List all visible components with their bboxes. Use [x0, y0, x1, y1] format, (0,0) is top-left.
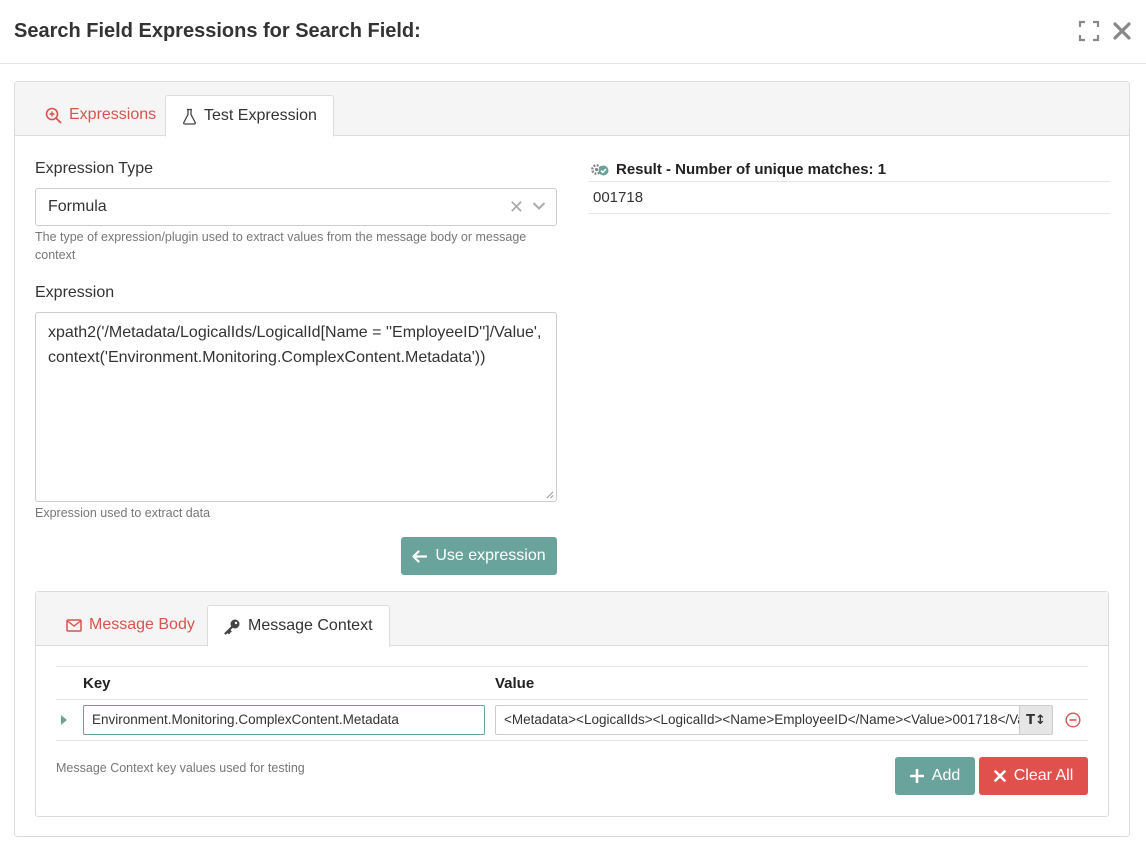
search-plus-icon	[45, 107, 62, 123]
plus-icon	[909, 769, 924, 783]
expression-type-value: Formula	[48, 198, 107, 215]
arrow-left-icon	[412, 549, 428, 563]
dialog-title: Search Field Expressions for Search Fiel…	[14, 20, 421, 42]
use-expression-button[interactable]: Use expression	[401, 537, 557, 575]
tab-message-body-label: Message Body	[89, 616, 195, 633]
tab-expressions-label: Expressions	[69, 106, 157, 123]
expression-type-select[interactable]: Formula ✕	[35, 188, 557, 226]
tab-message-context-label: Message Context	[248, 617, 373, 634]
expression-type-label: Expression Type	[35, 160, 153, 177]
context-value-text: <Metadata><LogicalIds><LogicalId><Name>E…	[504, 712, 1052, 727]
result-header: Result - Number of unique matches: 1	[588, 158, 1110, 182]
expand-icon[interactable]	[1078, 20, 1100, 42]
text-format-icon[interactable]: T↕	[1019, 706, 1052, 734]
key-icon	[224, 619, 240, 635]
add-button[interactable]: Add	[895, 757, 975, 795]
context-grid-help: Message Context key values used for test…	[56, 761, 305, 775]
expression-label: Expression	[35, 284, 115, 301]
outer-tab-bar: Expressions Test Expression	[15, 82, 1129, 137]
column-value: Value	[495, 675, 535, 692]
tab-test-expression-label: Test Expression	[204, 107, 317, 124]
clear-all-button[interactable]: Clear All	[979, 757, 1088, 795]
dialog-header: Search Field Expressions for Search Fiel…	[0, 0, 1146, 64]
resize-handle-icon[interactable]	[544, 489, 554, 499]
tab-message-context[interactable]: Message Context	[207, 605, 390, 647]
expression-text: xpath2('/Metadata/LogicalIds/LogicalId[N…	[48, 324, 542, 366]
tab-message-body[interactable]: Message Body	[50, 604, 211, 646]
context-value-input[interactable]: <Metadata><LogicalIds><LogicalId><Name>E…	[495, 705, 1053, 735]
remove-row-icon[interactable]	[1065, 712, 1081, 728]
expression-textarea[interactable]: xpath2('/Metadata/LogicalIds/LogicalId[N…	[35, 312, 557, 502]
test-data-panel: Message Body Message Context Key Value E…	[35, 591, 1109, 817]
cogs-check-icon	[591, 163, 609, 175]
clear-icon[interactable]: ✕	[509, 197, 524, 218]
chevron-down-icon[interactable]	[532, 201, 546, 211]
inner-tab-bar: Message Body Message Context	[36, 592, 1108, 647]
table-row: Environment.Monitoring.ComplexContent.Me…	[56, 700, 1088, 741]
use-expression-label: Use expression	[435, 547, 546, 564]
result-title: Result - Number of unique matches: 1	[616, 161, 887, 178]
tab-test-expression[interactable]: Test Expression	[165, 95, 334, 137]
envelope-icon	[66, 618, 82, 632]
close-icon[interactable]	[1111, 20, 1133, 42]
context-key-input[interactable]: Environment.Monitoring.ComplexContent.Me…	[83, 705, 485, 735]
result-value: 001718	[588, 182, 1110, 214]
times-icon	[993, 770, 1006, 782]
expression-help: Expression used to extract data	[35, 506, 211, 520]
expression-type-help: The type of expression/plugin used to ex…	[35, 230, 527, 262]
add-button-label: Add	[931, 767, 961, 784]
column-key: Key	[83, 675, 111, 692]
tab-expressions[interactable]: Expressions	[29, 94, 172, 136]
flask-icon	[183, 108, 196, 125]
context-grid-header: Key Value	[56, 666, 1088, 700]
clear-all-label: Clear All	[1013, 767, 1074, 784]
expand-row-icon[interactable]	[61, 715, 67, 725]
test-expression-panel: Expressions Test Expression Expression T…	[14, 81, 1130, 837]
